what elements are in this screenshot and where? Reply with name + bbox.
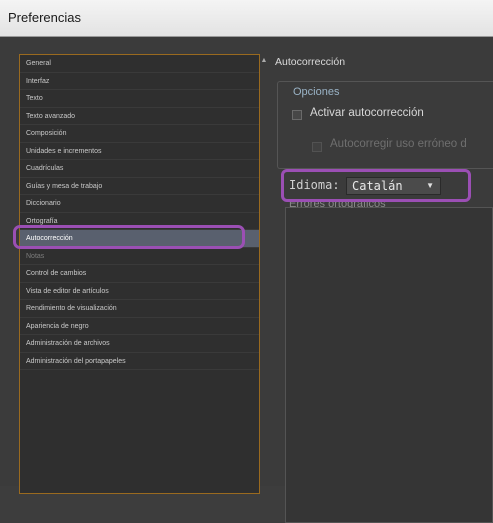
enable-autocorrect-label: Activar autocorrección [310, 107, 424, 119]
scroll-up-icon[interactable]: ▲ [260, 57, 268, 67]
language-value: Catalán [352, 179, 403, 193]
category-item-vista-editor[interactable]: Vista de editor de artículos [20, 283, 259, 300]
category-item-unidades[interactable]: Unidades e incrementos [20, 143, 259, 160]
category-item-control-cambios[interactable]: Control de cambios [20, 265, 259, 283]
category-item-notas[interactable]: Notas [20, 248, 259, 265]
category-item-apariencia-negro[interactable]: Apariencia de negro [20, 318, 259, 335]
options-group-title: Opciones [291, 86, 342, 98]
category-item-rendimiento[interactable]: Rendimiento de visualización [20, 300, 259, 318]
autocorrect-list[interactable] [285, 207, 493, 523]
category-item-interfaz[interactable]: Interfaz [20, 73, 259, 90]
category-item-cuadriculas[interactable]: Cuadrículas [20, 160, 259, 178]
category-item-general[interactable]: General [20, 55, 259, 73]
category-item-ortografia[interactable]: Ortografía [20, 213, 259, 230]
preferences-dialog-body: General Interfaz Texto Texto avanzado Co… [0, 37, 493, 523]
category-list[interactable]: General Interfaz Texto Texto avanzado Co… [19, 54, 260, 494]
autocorrect-list-label: Errores ortográficos [289, 202, 386, 208]
category-item-composicion[interactable]: Composición [20, 125, 259, 143]
category-item-admin-archivos[interactable]: Administración de archivos [20, 335, 259, 353]
language-label: Idioma: [289, 178, 340, 192]
language-dropdown[interactable]: Catalán ▼ [346, 177, 441, 195]
autocorrect-caps-checkbox[interactable] [312, 142, 322, 152]
chevron-down-icon: ▼ [426, 181, 434, 190]
category-item-guias[interactable]: Guías y mesa de trabajo [20, 178, 259, 195]
panel-title: Autocorrección [275, 56, 346, 68]
category-item-autocorreccion[interactable]: Autocorrección [20, 230, 259, 248]
autocorrect-caps-label: Autocorregir uso erróneo d [330, 138, 467, 150]
category-item-texto-avanzado[interactable]: Texto avanzado [20, 108, 259, 125]
category-item-admin-portapapeles[interactable]: Administración del portapapeles [20, 353, 259, 370]
title-bar: Preferencias [0, 0, 493, 37]
category-item-diccionario[interactable]: Diccionario [20, 195, 259, 213]
enable-autocorrect-checkbox[interactable] [292, 110, 302, 120]
category-item-texto[interactable]: Texto [20, 90, 259, 108]
window-title: Preferencias [8, 10, 81, 25]
